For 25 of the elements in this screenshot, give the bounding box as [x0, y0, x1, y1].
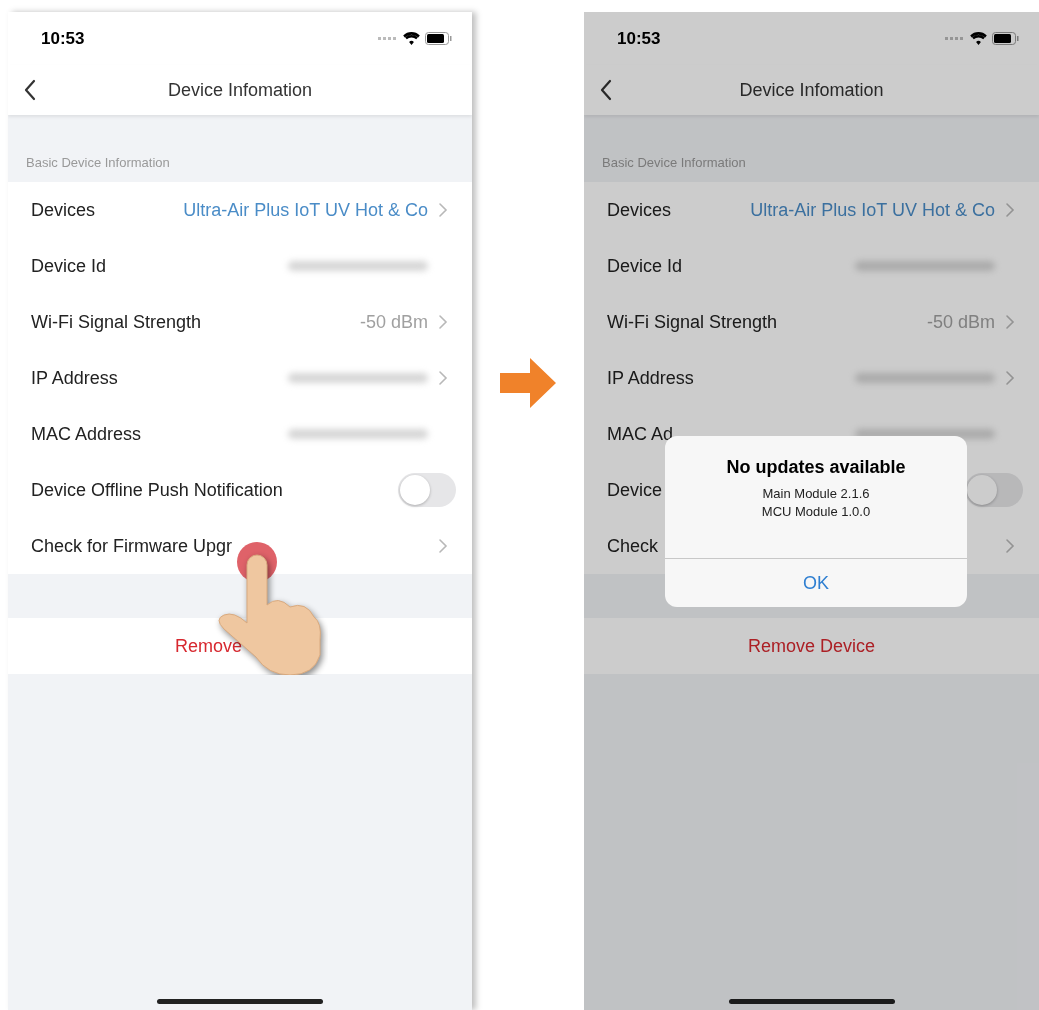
row-label: Wi-Fi Signal Strength — [607, 310, 778, 334]
row-label: MAC Ad — [607, 422, 674, 446]
row-label: IP Address — [607, 366, 694, 390]
screen-title: Device Infomation — [739, 78, 884, 102]
status-time: 10:53 — [41, 27, 85, 50]
row-label: Device — [607, 478, 663, 502]
row-label: Devices — [607, 198, 672, 222]
section-header: Basic Device Information — [26, 153, 170, 172]
row-label: Device Id — [607, 254, 683, 278]
section-header: Basic Device Information — [602, 153, 746, 172]
dialog-message: MCU Module 1.0.0 — [761, 503, 871, 521]
row-label: Wi-Fi Signal Strength — [31, 310, 202, 334]
row-label: IP Address — [31, 366, 118, 390]
row-label: Device Offline Push Notification — [31, 478, 283, 502]
screen-title: Device Infomation — [167, 78, 313, 102]
dialog-message: Main Module 2.1.6 — [762, 485, 870, 503]
row-label: Check for Firmware Upgr — [31, 534, 233, 558]
row-label: Check — [607, 534, 659, 558]
row-label: Device Id — [31, 254, 107, 278]
row-label: Devices — [31, 198, 96, 222]
status-time: 10:53 — [617, 27, 661, 50]
row-value: -50 dBm — [359, 310, 428, 334]
row-label: MAC Address — [31, 422, 142, 446]
dialog-title: No updates available — [726, 456, 906, 479]
row-value: -50 dBm — [926, 310, 995, 334]
